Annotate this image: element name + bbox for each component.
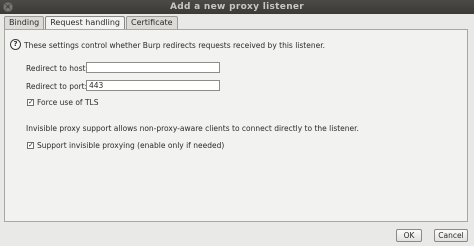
tab-binding[interactable]: Binding bbox=[4, 16, 45, 29]
invisible-proxying-label: Support invisible proxying (enable only … bbox=[37, 141, 225, 150]
title-bar: × Add a new proxy listener bbox=[0, 0, 474, 14]
force-tls-label: Force use of TLS bbox=[37, 98, 99, 107]
redirect-port-input[interactable]: 443 bbox=[86, 80, 220, 91]
invisible-proxy-text: Invisible proxy support allows non-proxy… bbox=[26, 124, 359, 133]
tab-request-handling[interactable]: Request handling bbox=[45, 16, 125, 30]
invisible-proxying-checkbox[interactable]: ✓ bbox=[27, 142, 34, 149]
redirect-host-input[interactable] bbox=[86, 62, 220, 73]
tab-bar: Binding Request handling Certificate bbox=[4, 16, 179, 30]
tab-certificate[interactable]: Certificate bbox=[126, 16, 178, 29]
cancel-button[interactable]: Cancel bbox=[434, 229, 468, 242]
redirect-host-label: Redirect to host: bbox=[26, 64, 88, 73]
dialog-window: × Add a new proxy listener Binding Reque… bbox=[0, 0, 474, 246]
window-title: Add a new proxy listener bbox=[169, 2, 305, 12]
close-icon[interactable]: × bbox=[3, 2, 13, 12]
ok-button[interactable]: OK bbox=[396, 229, 422, 242]
force-tls-checkbox[interactable]: ✓ bbox=[27, 99, 34, 106]
intro-text: These settings control whether Burp redi… bbox=[24, 41, 325, 50]
redirect-port-label: Redirect to port: bbox=[26, 82, 88, 91]
help-icon[interactable]: ? bbox=[10, 39, 21, 50]
